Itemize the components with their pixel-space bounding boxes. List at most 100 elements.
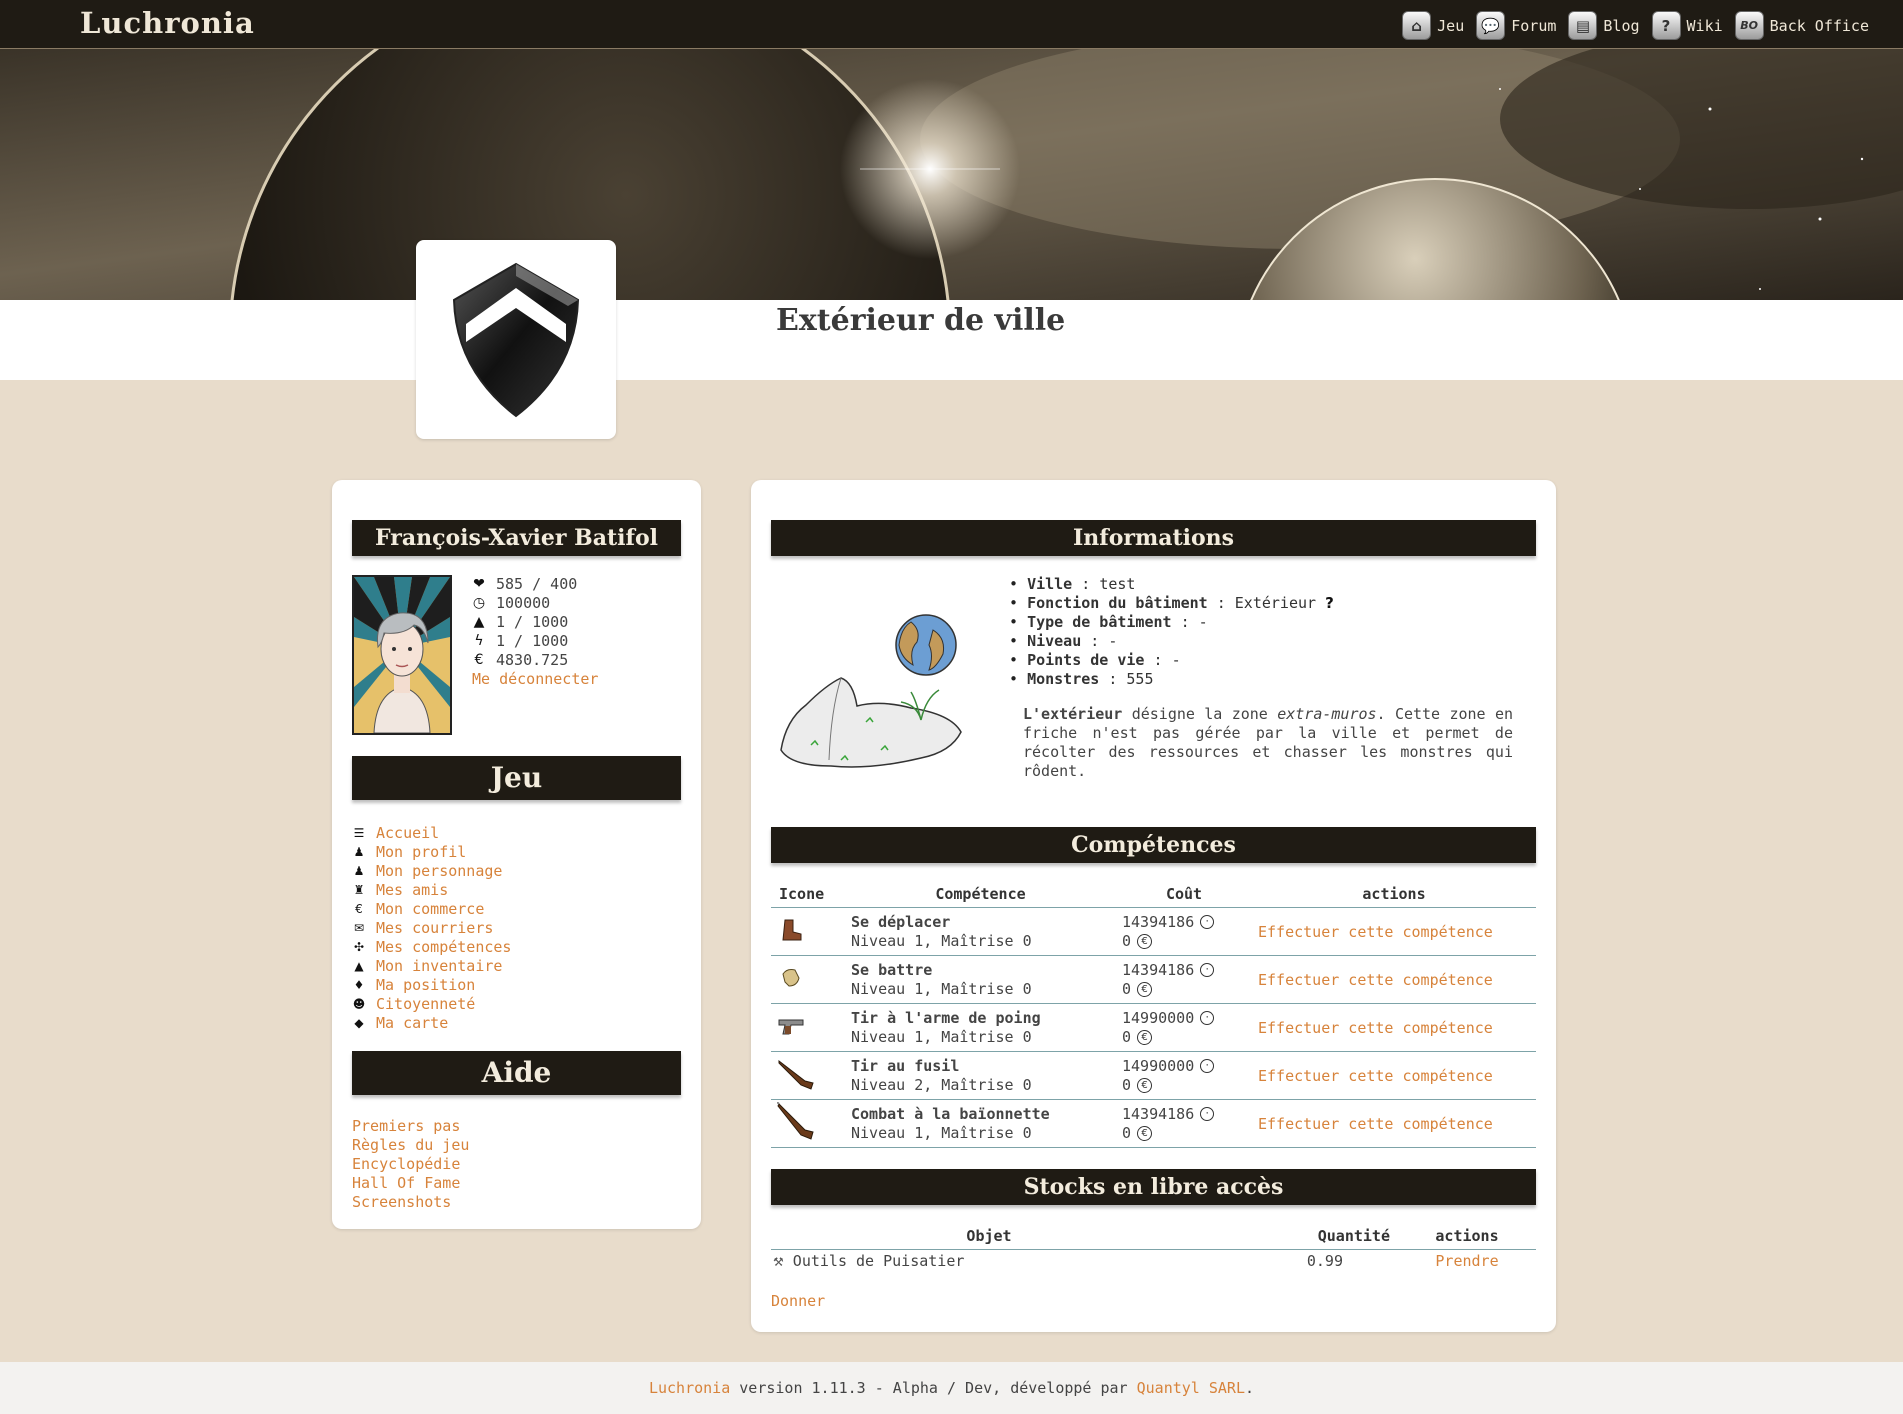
menu-link[interactable]: Mon personnage — [376, 862, 502, 881]
menu-item-amis[interactable]: ♜ Mes amis — [352, 881, 681, 900]
menu-link[interactable]: Mon profil — [376, 843, 466, 862]
game-menu-title: Jeu — [352, 756, 681, 800]
euro-icon: € — [355, 902, 363, 916]
help-link[interactable]: Encyclopédie — [352, 1155, 460, 1174]
perform-skill-link[interactable]: Effectuer cette compétence — [1258, 1019, 1493, 1037]
help-item[interactable]: Encyclopédie — [352, 1155, 681, 1174]
nav-forum[interactable]: 💬 Forum — [1476, 11, 1556, 40]
menu-item-carte[interactable]: ◆ Ma carte — [352, 1014, 681, 1033]
shield-icon — [452, 262, 580, 417]
player-name-header: François-Xavier Batifol — [352, 520, 681, 556]
stat-value: 585 / 400 — [496, 575, 578, 593]
nav-jeu[interactable]: ⌂ Jeu — [1402, 11, 1464, 40]
col-cout: Coût — [1165, 885, 1203, 903]
menu-item-courriers[interactable]: ✉ Mes courriers — [352, 919, 681, 938]
euro-icon: € — [1137, 1125, 1153, 1141]
player-stats: ❤ 585 / 400 ◷ 100000 ▲ 1 / 1000 ϟ 1 / 1000 €… — [472, 575, 598, 689]
help-item[interactable]: Règles du jeu — [352, 1136, 681, 1155]
info-label: Ville — [1027, 575, 1073, 593]
help-menu: Premiers pas Règles du jeu Encyclopédie … — [352, 1117, 681, 1212]
stat-value: 1 / 1000 — [496, 632, 569, 650]
skill-name: Tir à l'arme de poing — [851, 1008, 1041, 1027]
help-item[interactable]: Hall Of Fame — [352, 1174, 681, 1193]
perform-skill-link[interactable]: Effectuer cette compétence — [1258, 1067, 1493, 1085]
menu-link[interactable]: Mes courriers — [376, 919, 493, 938]
euro-icon: € — [474, 652, 484, 668]
menu-item-accueil[interactable]: ☰ Accueil — [352, 824, 681, 843]
skill-money-cost: 0 — [1122, 979, 1132, 998]
nav-blog[interactable]: ▤ Blog — [1568, 11, 1640, 40]
avatar[interactable] — [352, 575, 452, 735]
help-link[interactable]: Hall Of Fame — [352, 1174, 460, 1193]
menu-item-profil[interactable]: ♟ Mon profil — [352, 843, 681, 862]
water-stat: ▲ 1 / 1000 — [472, 613, 598, 632]
info-value: Extérieur — [1234, 594, 1317, 612]
perform-skill-link[interactable]: Effectuer cette compétence — [1258, 1115, 1493, 1133]
page-title: Extérieur de ville — [776, 303, 1066, 338]
citizen-icon: ☻ — [352, 997, 366, 1011]
game-menu: ☰ Accueil ♟ Mon profil ♟ Mon personnage ♜ Me… — [352, 824, 681, 1033]
info-value: - — [1171, 651, 1181, 669]
help-link[interactable]: Règles du jeu — [352, 1136, 469, 1155]
stat-value: 100000 — [496, 594, 551, 612]
info-fields: Ville : test Fonction du bâtiment : Exté… — [1009, 575, 1334, 689]
menu-link[interactable]: Ma carte — [376, 1014, 448, 1033]
menu-link[interactable]: Mon inventaire — [376, 957, 502, 976]
col-actions: actions — [1435, 1227, 1499, 1245]
skill-time-cost: 14394186 — [1122, 912, 1195, 931]
menu-item-personnage[interactable]: ♟ Mon personnage — [352, 862, 681, 881]
menu-item-citoyennete[interactable]: ☻ Citoyenneté — [352, 995, 681, 1014]
main-card: Informations Ville : test Fonction du bâ… — [751, 480, 1556, 1332]
table-row: Tir à l'arme de poing Niveau 1, Maîtrise … — [771, 1004, 1536, 1052]
skill-name: Se battre — [851, 960, 933, 979]
info-label: Points de vie — [1027, 651, 1145, 669]
nav-wiki[interactable]: ? Wiki — [1651, 11, 1723, 40]
menu-item-commerce[interactable]: € Mon commerce — [352, 900, 681, 919]
perform-skill-link[interactable]: Effectuer cette compétence — [1258, 923, 1493, 941]
euro-icon: € — [1137, 1077, 1153, 1093]
info-field-type: Type de bâtiment : - — [1009, 613, 1334, 632]
menu-link[interactable]: Mon commerce — [376, 900, 484, 919]
skill-money-cost: 0 — [1122, 1123, 1132, 1142]
bag-icon: ▲ — [354, 959, 364, 973]
nav-back-office[interactable]: BO Back Office — [1734, 11, 1869, 40]
menu-item-position[interactable]: ♦ Ma position — [352, 976, 681, 995]
footer-company-link[interactable]: Quantyl SARL — [1137, 1379, 1245, 1397]
health-stat: ❤ 585 / 400 — [472, 575, 598, 594]
perform-skill-link[interactable]: Effectuer cette compétence — [1258, 971, 1493, 989]
informations-section: Informations — [771, 520, 1536, 556]
skill-time-cost: 14990000 — [1122, 1008, 1195, 1027]
stocks-title: Stocks en libre accès — [771, 1169, 1536, 1205]
table-header-row: Icone Compétence Coût actions — [771, 881, 1536, 908]
help-link[interactable]: Premiers pas — [352, 1117, 460, 1136]
take-item-link[interactable]: Prendre — [1435, 1252, 1498, 1270]
drop-icon: ▲ — [473, 614, 485, 630]
help-item[interactable]: Premiers pas — [352, 1117, 681, 1136]
energy-stat: ϟ 1 / 1000 — [472, 632, 598, 651]
menu-item-inventaire[interactable]: ▲ Mon inventaire — [352, 957, 681, 976]
desc-italic: extra-muros — [1277, 705, 1377, 723]
location-emblem — [416, 240, 616, 439]
skill-money-cost: 0 — [1122, 1075, 1132, 1094]
help-link[interactable]: Screenshots — [352, 1193, 451, 1212]
competences-section: Compétences — [771, 827, 1536, 863]
help-item[interactable]: Screenshots — [352, 1193, 681, 1212]
menu-link[interactable]: Ma position — [376, 976, 475, 995]
menu-link[interactable]: Citoyenneté — [376, 995, 475, 1014]
menu-link[interactable]: Mes amis — [376, 881, 448, 900]
site-logo[interactable]: Luchronia — [80, 6, 255, 40]
logout-link[interactable]: Me déconnecter — [472, 670, 598, 688]
lightning-icon: ϟ — [474, 633, 484, 649]
menu-link[interactable]: Mes compétences — [376, 938, 511, 957]
euro-icon: € — [1137, 1029, 1153, 1045]
nav-label: Forum — [1511, 16, 1557, 35]
menu-link[interactable]: Accueil — [376, 824, 439, 843]
menu-item-competences[interactable]: ✣ Mes compétences — [352, 938, 681, 957]
clock-icon: · — [1200, 915, 1215, 929]
footer-brand-link[interactable]: Luchronia — [649, 1379, 730, 1397]
heart-icon: ❤ — [473, 576, 485, 592]
desc-text: désigne la zone — [1122, 705, 1278, 723]
desc-bold: L'extérieur — [1023, 705, 1123, 723]
help-question-icon[interactable]: ? — [1325, 594, 1334, 612]
give-item-link[interactable]: Donner — [771, 1292, 825, 1310]
